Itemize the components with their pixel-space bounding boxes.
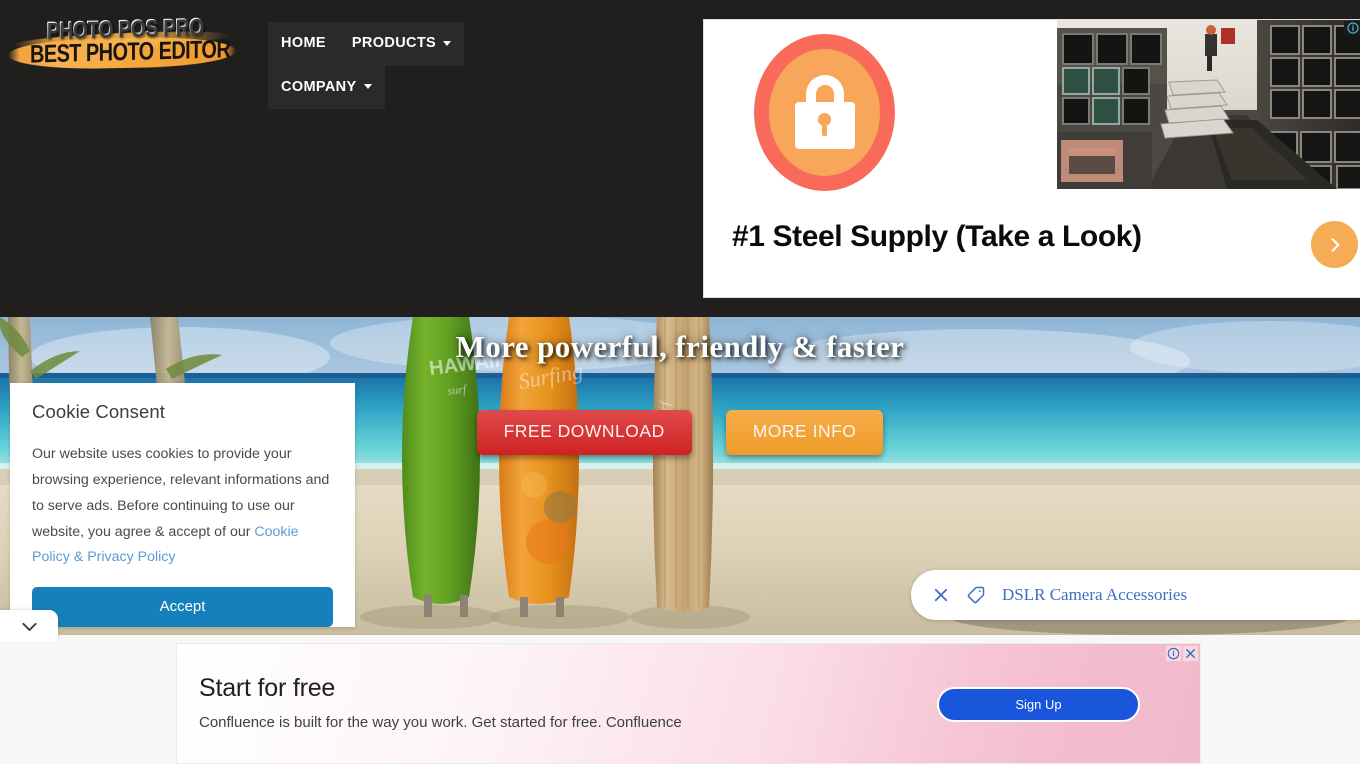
nav-item-company[interactable]: COMPANY [268, 65, 385, 109]
ad-headline[interactable]: #1 Steel Supply (Take a Look) [732, 220, 1292, 253]
svg-text:surf: surf [447, 382, 469, 398]
bottom-advertisement[interactable]: Start for free Confluence is built for t… [176, 643, 1201, 764]
ad-next-arrow-button[interactable] [1311, 221, 1358, 268]
close-icon[interactable] [1183, 646, 1198, 661]
dslr-suggestion-label[interactable]: DSLR Camera Accessories [1002, 585, 1187, 605]
bottom-ad-subtitle: Confluence is built for the way you work… [199, 714, 682, 731]
chevron-down-icon [21, 622, 37, 631]
bottom-ad-controls [1166, 646, 1198, 661]
nav-item-products[interactable]: PRODUCTS [338, 22, 465, 66]
more-info-button[interactable]: MORE INFO [725, 410, 884, 455]
close-icon[interactable] [932, 586, 950, 604]
logo-title-line2: BEST PHOTO EDITOR [30, 35, 231, 69]
top-advertisement[interactable]: #1 Steel Supply (Take a Look) [703, 19, 1360, 298]
bottom-ad-title[interactable]: Start for free [199, 674, 335, 703]
tag-icon [967, 586, 985, 604]
sign-up-button[interactable]: Sign Up [937, 687, 1140, 722]
site-logo[interactable]: PHOTO POS PRO BEST PHOTO EDITOR [8, 12, 236, 71]
site-header: PHOTO POS PRO BEST PHOTO EDITOR HOME PRO… [0, 0, 1360, 317]
nav-item-label: HOME [281, 35, 326, 51]
main-navigation: HOME PRODUCTS COMPANY [268, 22, 482, 109]
hero-title: More powerful, friendly & faster [455, 329, 905, 364]
info-icon[interactable] [1166, 646, 1181, 661]
padlock-icon [752, 32, 897, 192]
free-download-button[interactable]: FREE DOWNLOAD [476, 410, 692, 455]
nav-row-primary: HOME PRODUCTS [268, 22, 482, 66]
nav-item-home[interactable]: HOME [268, 22, 339, 66]
collapse-pull-tab[interactable] [0, 610, 58, 642]
cookie-accept-button[interactable]: Accept [32, 587, 333, 627]
dslr-suggestion-pill[interactable]: DSLR Camera Accessories [911, 570, 1360, 620]
nav-row-secondary: COMPANY [268, 65, 482, 109]
adchoices-icon[interactable] [1344, 21, 1360, 35]
cookie-consent-title: Cookie Consent [32, 401, 166, 422]
cookie-consent-body: Our website uses cookies to provide your… [32, 442, 333, 571]
page-root: PHOTO POS PRO BEST PHOTO EDITOR HOME PRO… [0, 0, 1360, 764]
cookie-consent-dialog: Cookie Consent Our website uses cookies … [10, 383, 355, 627]
chevron-down-icon [443, 40, 452, 46]
nav-item-label: COMPANY [281, 78, 357, 95]
ad-product-image [1057, 20, 1360, 189]
nav-item-label: PRODUCTS [351, 35, 437, 51]
chevron-down-icon [363, 84, 372, 90]
